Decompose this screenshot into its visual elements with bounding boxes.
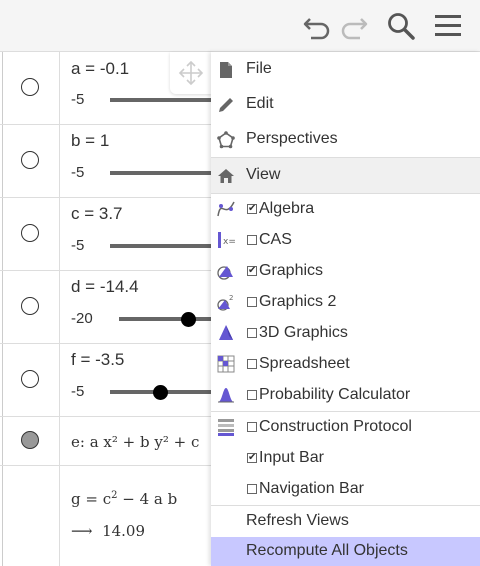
navigation-bar-checkbox[interactable] xyxy=(247,484,257,494)
probability-view-icon xyxy=(217,386,235,404)
g-definition[interactable]: g = c2 − 4 a b xyxy=(71,490,177,508)
menu-item-perspectives[interactable]: Perspectives xyxy=(211,122,480,157)
right-arrow-icon: ⟶ xyxy=(71,522,93,540)
svg-text:x=: x= xyxy=(223,237,235,247)
number-row-g[interactable]: g = c2 − 4 a b ⟶ 14.09 xyxy=(0,466,211,566)
menu-item-edit[interactable]: Edit xyxy=(211,87,480,122)
top-toolbar xyxy=(0,0,480,52)
view-item-spreadsheet[interactable]: Spreadsheet xyxy=(211,349,480,380)
probability-calculator-checkbox[interactable] xyxy=(247,390,257,400)
spreadsheet-checkbox[interactable] xyxy=(247,359,257,369)
slider-track[interactable] xyxy=(119,317,211,321)
svg-text:2: 2 xyxy=(229,294,233,302)
slider-min-label: -5 xyxy=(71,91,85,108)
slider-min-label: -5 xyxy=(71,237,85,254)
slider-definition[interactable]: f = -3.5 xyxy=(71,350,124,370)
algebra-view-icon xyxy=(217,200,235,218)
menu-item-refresh-views[interactable]: Refresh Views xyxy=(211,506,480,537)
search-icon[interactable] xyxy=(385,10,417,42)
move-arrows-icon xyxy=(178,60,204,86)
view-item-navigation-bar[interactable]: Navigation Bar xyxy=(211,474,480,505)
slider-row-f[interactable]: f = -3.5 -5 xyxy=(0,344,211,417)
slider-min-label: -20 xyxy=(71,310,93,327)
move-handle[interactable] xyxy=(170,52,212,94)
main-menu-panel: File Edit Perspectives View ✔ Algebra x=… xyxy=(211,52,480,566)
slider-min-label: -5 xyxy=(71,383,85,400)
visibility-marble[interactable] xyxy=(21,78,39,96)
algebra-checkbox[interactable]: ✔ xyxy=(247,204,257,214)
view-item-input-bar[interactable]: ✔ Input Bar xyxy=(211,443,480,474)
perspectives-icon xyxy=(217,131,235,149)
graphics3d-view-icon xyxy=(217,324,235,342)
visibility-marble[interactable] xyxy=(21,297,39,315)
menu-item-file[interactable]: File xyxy=(211,52,480,87)
3d-graphics-checkbox[interactable] xyxy=(247,328,257,338)
visibility-marble[interactable] xyxy=(21,151,39,169)
view-item-graphics-2[interactable]: 2 Graphics 2 xyxy=(211,287,480,318)
slider-track[interactable] xyxy=(110,171,211,175)
visibility-marble[interactable] xyxy=(21,370,39,388)
construction-protocol-icon xyxy=(217,418,235,436)
input-bar-checkbox[interactable]: ✔ xyxy=(247,453,257,463)
slider-definition[interactable]: b = 1 xyxy=(71,131,109,151)
slider-track[interactable] xyxy=(110,98,211,102)
slider-knob[interactable] xyxy=(153,385,168,400)
slider-row-b[interactable]: b = 1 -5 xyxy=(0,125,211,198)
slider-row-c[interactable]: c = 3.7 -5 xyxy=(0,198,211,271)
view-item-cas[interactable]: x= CAS xyxy=(211,225,480,256)
view-item-algebra[interactable]: ✔ Algebra xyxy=(211,194,480,225)
cas-checkbox[interactable] xyxy=(247,235,257,245)
algebra-view: a = -0.1 -5 b = 1 -5 c = 3.7 -5 d = -14.… xyxy=(0,52,211,566)
cas-view-icon: x= xyxy=(217,231,235,249)
graphics2-view-icon: 2 xyxy=(217,293,235,311)
visibility-marble[interactable] xyxy=(21,431,39,449)
redo-icon[interactable] xyxy=(338,10,370,42)
spreadsheet-view-icon xyxy=(217,355,235,373)
visibility-marble[interactable] xyxy=(21,224,39,242)
view-item-3d-graphics[interactable]: 3D Graphics xyxy=(211,318,480,349)
graphics-view-icon xyxy=(217,262,235,280)
file-icon xyxy=(217,61,235,79)
conic-definition[interactable]: e: a x² + b y² + c xyxy=(71,433,199,451)
undo-icon[interactable] xyxy=(301,10,333,42)
pencil-icon xyxy=(217,96,235,114)
slider-definition[interactable]: a = -0.1 xyxy=(71,59,129,79)
slider-definition[interactable]: d = -14.4 xyxy=(71,277,139,297)
home-icon xyxy=(217,167,235,185)
slider-definition[interactable]: c = 3.7 xyxy=(71,204,123,224)
slider-row-d[interactable]: d = -14.4 -20 xyxy=(0,271,211,344)
slider-track[interactable] xyxy=(110,244,211,248)
slider-min-label: -5 xyxy=(71,164,85,181)
conic-row-e[interactable]: e: a x² + b y² + c xyxy=(0,417,211,466)
graphics-2-checkbox[interactable] xyxy=(247,297,257,307)
graphics-checkbox[interactable]: ✔ xyxy=(247,266,257,276)
menu-icon[interactable] xyxy=(432,10,464,42)
view-item-construction-protocol[interactable]: Construction Protocol xyxy=(211,412,480,443)
view-item-probability-calculator[interactable]: Probability Calculator xyxy=(211,380,480,411)
g-value: ⟶ 14.09 xyxy=(71,522,146,540)
menu-item-view[interactable]: View xyxy=(211,157,480,194)
slider-knob[interactable] xyxy=(181,312,196,327)
view-item-graphics[interactable]: ✔ Graphics xyxy=(211,256,480,287)
menu-item-recompute-all-objects[interactable]: Recompute All Objects xyxy=(211,537,480,566)
construction-protocol-checkbox[interactable] xyxy=(247,422,257,432)
